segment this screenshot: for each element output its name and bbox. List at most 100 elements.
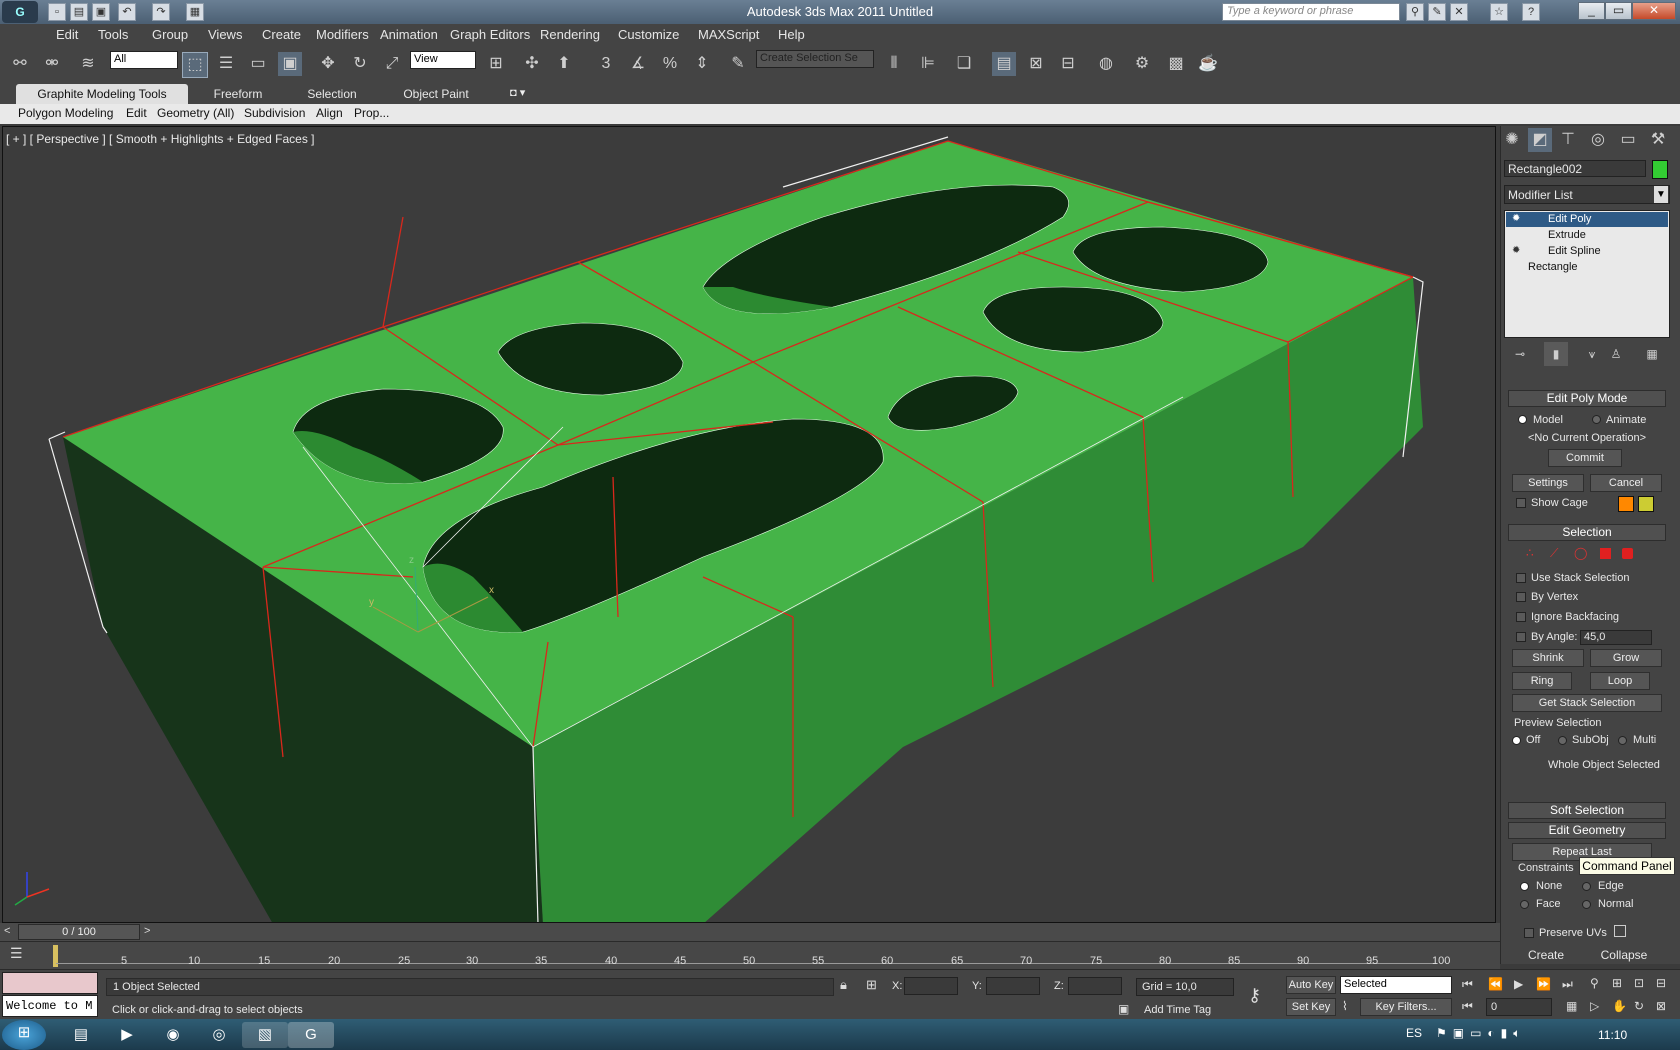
get-stack-selection-button[interactable]: Get Stack Selection bbox=[1512, 694, 1662, 712]
panel-subdivision[interactable]: Subdivision bbox=[244, 106, 305, 120]
by-angle-input[interactable]: 45,0 bbox=[1580, 630, 1652, 645]
help-icon[interactable]: ? bbox=[1522, 3, 1540, 21]
key-mode-dropdown[interactable]: Selected bbox=[1340, 976, 1452, 994]
panel-polygon-modeling[interactable]: Polygon Modeling bbox=[18, 106, 113, 120]
current-frame-input[interactable]: 0 bbox=[1486, 998, 1552, 1016]
light-bulb-icon[interactable]: ✹ bbox=[1512, 213, 1520, 224]
remove-modifier-icon[interactable]: ♙ bbox=[1604, 342, 1628, 366]
tab-selection[interactable]: Selection bbox=[290, 84, 374, 104]
constraint-edge-radio[interactable] bbox=[1582, 882, 1591, 891]
cage-color-swatch[interactable] bbox=[1618, 496, 1634, 512]
time-tag-icon[interactable]: ▣ bbox=[1118, 1002, 1129, 1016]
rotate-icon[interactable]: ↻ bbox=[348, 52, 372, 76]
selection-lock-icon[interactable]: 🔒︎ bbox=[840, 977, 847, 993]
maximize-button[interactable]: ▭ bbox=[1605, 2, 1632, 20]
unlink-icon[interactable]: ⚮ bbox=[40, 52, 64, 76]
tray-icons[interactable]: ⚑▣▭◐▮🔈︎ bbox=[1436, 1026, 1527, 1041]
orbit-icon[interactable]: ↻ bbox=[1634, 999, 1644, 1013]
window-crossing-icon[interactable]: ▣ bbox=[278, 52, 302, 76]
animate-radio[interactable] bbox=[1592, 415, 1601, 424]
ring-button[interactable]: Ring bbox=[1512, 672, 1572, 690]
mini-curve-editor-icon[interactable]: ☰ bbox=[10, 945, 23, 962]
perspective-viewport[interactable]: z y x bbox=[2, 126, 1496, 923]
selection-filter-dropdown[interactable]: All bbox=[110, 51, 178, 69]
preserve-uvs-checkbox[interactable] bbox=[1524, 928, 1534, 938]
configure-sets-icon[interactable]: ▦ bbox=[1640, 342, 1664, 366]
tab-object-paint[interactable]: Object Paint bbox=[390, 84, 482, 104]
close-button[interactable]: ✕ bbox=[1632, 2, 1676, 20]
image-viewer-icon[interactable]: ▧ bbox=[242, 1022, 288, 1048]
menu-help[interactable]: Help bbox=[778, 27, 805, 42]
select-object-icon[interactable]: ⬚ bbox=[182, 52, 208, 78]
binoculars-icon[interactable]: ⚲ bbox=[1406, 3, 1424, 21]
menu-maxscript[interactable]: MAXScript bbox=[698, 27, 759, 42]
grow-button[interactable]: Grow bbox=[1590, 649, 1662, 667]
show-end-result-icon[interactable]: ▮ bbox=[1544, 342, 1568, 366]
minimize-button[interactable]: _ bbox=[1578, 2, 1605, 20]
zoom-extents-all-icon[interactable]: ⊟ bbox=[1656, 976, 1666, 990]
object-name-field[interactable]: Rectangle002 bbox=[1504, 160, 1646, 177]
zoom-extents-icon[interactable]: ⊡ bbox=[1634, 976, 1644, 990]
play-icon[interactable]: ▶ bbox=[1514, 977, 1523, 991]
use-stack-selection-checkbox[interactable] bbox=[1516, 573, 1526, 583]
key-filters-button[interactable]: Key Filters... bbox=[1360, 998, 1452, 1016]
auto-key-button[interactable]: Auto Key bbox=[1286, 976, 1336, 994]
maximize-viewport-icon[interactable]: ⊠ bbox=[1656, 999, 1666, 1013]
menu-tools[interactable]: Tools bbox=[98, 27, 128, 42]
edge-subobject-icon[interactable]: ⟋ bbox=[1550, 546, 1558, 561]
menu-rendering[interactable]: Rendering bbox=[540, 27, 600, 42]
panel-properties[interactable]: Prop... bbox=[354, 106, 389, 120]
stack-label-extrude[interactable]: Extrude bbox=[1548, 229, 1586, 241]
preview-subobj-radio[interactable] bbox=[1558, 736, 1567, 745]
material-editor-icon[interactable]: ◍ bbox=[1094, 52, 1118, 76]
render-setup-icon[interactable]: ⚙ bbox=[1130, 52, 1154, 76]
model-radio[interactable] bbox=[1518, 415, 1527, 424]
select-manipulate-icon[interactable]: ✣ bbox=[520, 52, 544, 76]
display-tab-icon[interactable]: ▭ bbox=[1616, 128, 1640, 152]
communication-icon[interactable]: ✕ bbox=[1450, 3, 1468, 21]
add-time-tag-button[interactable]: Add Time Tag bbox=[1140, 1002, 1238, 1020]
time-next-icon[interactable]: > bbox=[144, 925, 150, 937]
chrome-icon[interactable]: ◎ bbox=[196, 1022, 242, 1048]
maxscript-listener-pink[interactable] bbox=[2, 972, 98, 994]
preview-off-radio[interactable] bbox=[1512, 736, 1521, 745]
align-icon[interactable]: ⊫ bbox=[916, 52, 940, 76]
collapse-button[interactable]: Collapse bbox=[1590, 948, 1658, 962]
vertex-subobject-icon[interactable]: ∴ bbox=[1526, 546, 1534, 560]
pan-icon[interactable]: ✋ bbox=[1612, 999, 1627, 1013]
select-by-name-icon[interactable]: ☰ bbox=[214, 52, 238, 76]
pivot-center-icon[interactable]: ⊞ bbox=[484, 52, 508, 76]
constraint-none-radio[interactable] bbox=[1520, 882, 1529, 891]
loop-button[interactable]: Loop bbox=[1590, 672, 1650, 690]
menu-create[interactable]: Create bbox=[262, 27, 301, 42]
create-button[interactable]: Create bbox=[1512, 948, 1580, 962]
snaps-toggle-icon[interactable]: 3 bbox=[594, 52, 618, 76]
tab-graphite-modeling-tools[interactable]: Graphite Modeling Tools bbox=[16, 84, 188, 104]
zoom-all-icon[interactable]: ⊞ bbox=[1612, 976, 1622, 990]
ignore-backfacing-checkbox[interactable] bbox=[1516, 612, 1526, 622]
spinner-snap-icon[interactable]: ⇕ bbox=[690, 52, 714, 76]
constraint-face-radio[interactable] bbox=[1520, 900, 1529, 909]
schematic-view-icon[interactable]: ⊟ bbox=[1056, 52, 1080, 76]
link-icon[interactable]: ⚯ bbox=[8, 52, 32, 76]
object-color-swatch[interactable] bbox=[1652, 160, 1668, 179]
time-prev-icon[interactable]: < bbox=[4, 925, 10, 937]
curve-editor-icon[interactable]: ⊠ bbox=[1024, 52, 1048, 76]
key-filters-icon[interactable]: ⌇ bbox=[1342, 999, 1348, 1013]
scale-icon[interactable]: ⤢ bbox=[380, 52, 404, 76]
ribbon-options-icon[interactable]: ◘ ▾ bbox=[510, 86, 525, 99]
modifier-list-dropdown[interactable]: Modifier List bbox=[1504, 185, 1670, 204]
explorer-icon[interactable]: ▤ bbox=[58, 1022, 104, 1048]
favorites-icon[interactable]: ☆ bbox=[1490, 3, 1508, 21]
menu-views[interactable]: Views bbox=[208, 27, 242, 42]
menu-customize[interactable]: Customize bbox=[618, 27, 679, 42]
rollout-edit-geometry[interactable]: Edit Geometry bbox=[1508, 822, 1666, 839]
rollout-edit-poly-mode[interactable]: Edit Poly Mode bbox=[1508, 390, 1666, 407]
next-frame-icon[interactable]: ⏩ bbox=[1536, 977, 1551, 991]
rollout-soft-selection[interactable]: Soft Selection bbox=[1508, 802, 1666, 819]
key-mode-toggle-icon[interactable]: ⏮ bbox=[1462, 999, 1473, 1014]
3dsmax-taskbar-icon[interactable]: G bbox=[288, 1022, 334, 1048]
stack-label-edit-poly[interactable]: Edit Poly bbox=[1548, 213, 1591, 225]
search-input[interactable]: Type a keyword or phrase bbox=[1222, 3, 1400, 21]
y-coordinate-input[interactable] bbox=[986, 977, 1040, 995]
